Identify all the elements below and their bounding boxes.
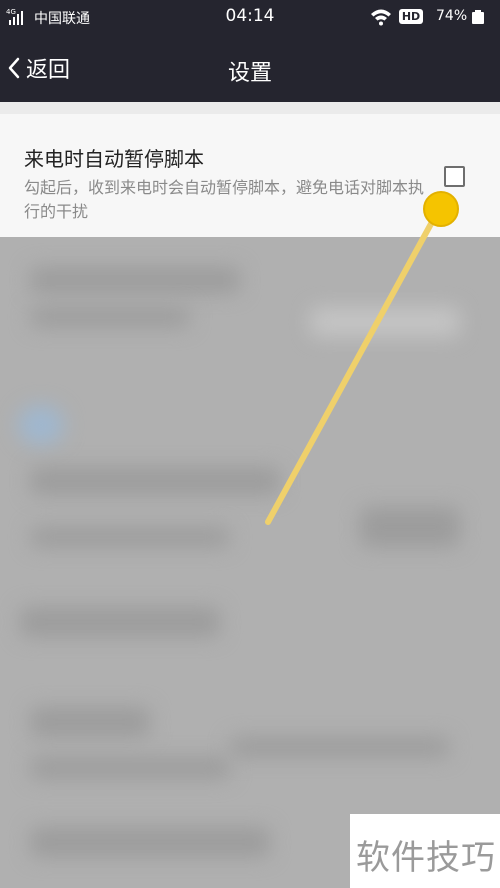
blurred-text	[30, 527, 230, 547]
auto-pause-checkbox[interactable]	[444, 166, 465, 187]
blurred-text	[230, 737, 450, 757]
blurred-text	[30, 307, 190, 327]
back-label: 返回	[26, 58, 71, 83]
blurred-icon	[18, 405, 64, 445]
status-bar: 4G 中国联通 04:14 HD 74%	[0, 0, 500, 34]
blurred-text	[30, 707, 150, 737]
blurred-text	[30, 827, 270, 857]
blurred-text	[30, 757, 230, 779]
blurred-text	[20, 607, 220, 637]
blurred-text	[30, 467, 280, 495]
blurred-text	[30, 267, 240, 293]
blurred-content	[0, 237, 500, 888]
status-time: 04:14	[225, 6, 275, 26]
setting-label: 来电时自动暂停脚本	[24, 147, 204, 171]
blurred-text	[360, 507, 460, 547]
battery-icon	[472, 10, 484, 24]
hd-badge: HD	[399, 9, 423, 24]
blurred-text	[310, 307, 460, 337]
watermark-text: 软件技巧	[356, 838, 496, 878]
battery-percent: 74%	[436, 8, 468, 24]
app-bar: 返回 设置	[0, 34, 500, 102]
back-button[interactable]: 返回	[6, 50, 70, 86]
page-title: 设置	[227, 61, 272, 86]
watermark: 软件技巧	[350, 814, 500, 888]
setting-description: 勾起后，收到来电时会自动暂停脚本，避免电话对脚本执行的干扰	[24, 178, 425, 221]
setting-item-auto-pause[interactable]: 来电时自动暂停脚本 勾起后，收到来电时会自动暂停脚本，避免电话对脚本执行的干扰	[0, 102, 500, 237]
chevron-left-icon	[8, 57, 20, 79]
wifi-icon	[371, 9, 391, 26]
